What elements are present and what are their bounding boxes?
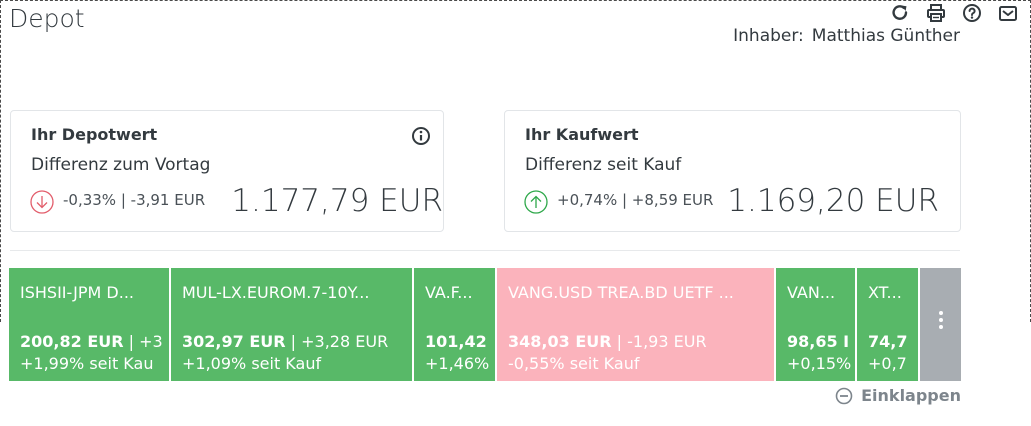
depot-value-card: Ihr Depotwert Differenz zum Vortag -0,33…	[10, 110, 444, 232]
owner-name: Matthias Günther	[811, 26, 960, 46]
holding-value-line: 302,97 EUR | +3,28 EUR	[182, 332, 388, 351]
holding-tile[interactable]: VAN... 98,65 I +0,15%	[776, 268, 857, 381]
holding-tile[interactable]: VA.F... 101,42 +1,46%	[414, 268, 497, 381]
holding-name: MUL-LX.EUROM.7-10Y...	[182, 283, 370, 302]
holding-percent: -0,55% seit Kauf	[508, 354, 640, 373]
purchase-value-card: Ihr Kaufwert Differenz seit Kauf +0,74% …	[504, 110, 961, 232]
collapse-label: Einklappen	[861, 386, 961, 405]
arrow-up-circle-icon	[524, 190, 548, 214]
holding-value-line: 348,03 EUR | -1,93 EUR	[508, 332, 707, 351]
holding-change: | +3,28 EUR	[290, 332, 389, 351]
arrow-down-circle-icon	[30, 190, 54, 214]
page-title: Depot	[9, 4, 85, 33]
holding-tile[interactable]: MUL-LX.EUROM.7-10Y... 302,97 EUR | +3,28…	[171, 268, 414, 381]
holding-tile[interactable]: ISHSII-JPM D... 200,82 EUR | +3 +1,99% s…	[9, 268, 171, 381]
mail-button[interactable]	[997, 2, 1019, 24]
purchase-value-subtitle: Differenz seit Kauf	[525, 155, 682, 175]
holding-name: VAN...	[787, 283, 836, 302]
holding-percent: +1,46%	[425, 354, 490, 373]
holding-value-line: 200,82 EUR | +3	[20, 332, 163, 351]
holding-change: | -1,93 EUR	[616, 332, 707, 351]
depot-value-subtitle: Differenz zum Vortag	[31, 155, 211, 175]
more-vertical-icon	[938, 311, 943, 329]
help-button[interactable]	[961, 2, 983, 24]
print-icon	[927, 4, 945, 22]
holding-name: XT...	[868, 283, 902, 302]
holding-name: VA.F...	[425, 283, 473, 302]
purchase-value-title: Ihr Kaufwert	[525, 125, 639, 144]
holding-value-line: 101,42	[425, 332, 487, 351]
depot-value-amount: 1.177,79 EUR	[231, 183, 443, 219]
help-icon	[963, 4, 981, 22]
refresh-icon	[892, 5, 908, 20]
holding-value-line: 74,7	[868, 332, 907, 351]
holding-value-line: 98,65 I	[787, 332, 849, 351]
mail-icon	[999, 6, 1017, 21]
purchase-value-amount: 1.169,20 EUR	[727, 183, 939, 219]
holding-change: | +3	[128, 332, 163, 351]
holding-value: 98,65 I	[787, 332, 850, 351]
holding-tile[interactable]: VANG.USD TREA.BD UETF ... 348,03 EUR | -…	[497, 268, 776, 381]
owner-label: Inhaber:	[733, 26, 804, 46]
collapse-button[interactable]: Einklappen	[835, 386, 961, 405]
toolbar	[889, 2, 1019, 24]
holding-value: 101,42	[425, 332, 487, 351]
holding-tile[interactable]: XT... 74,7 +0,7	[857, 268, 920, 381]
holding-percent: +1,99% seit Kau	[20, 354, 154, 373]
depot-value-title: Ihr Depotwert	[31, 125, 158, 144]
holding-name: ISHSII-JPM D...	[20, 283, 134, 302]
holding-percent: +1,09% seit Kauf	[182, 354, 322, 373]
holding-percent: +0,7	[868, 354, 907, 373]
holding-value: 302,97 EUR	[182, 332, 286, 351]
more-holdings-button[interactable]	[920, 268, 961, 381]
divider	[10, 250, 960, 251]
minus-circle-icon	[835, 387, 853, 404]
holding-value: 74,7	[868, 332, 908, 351]
purchase-value-change: +0,74% | +8,59 EUR	[557, 191, 714, 209]
holdings-treemap: ISHSII-JPM D... 200,82 EUR | +3 +1,99% s…	[9, 268, 961, 381]
holding-name: VANG.USD TREA.BD UETF ...	[508, 283, 734, 302]
holding-value: 200,82 EUR	[20, 332, 124, 351]
depot-value-change: -0,33% | -3,91 EUR	[63, 191, 206, 209]
refresh-button[interactable]	[889, 2, 911, 24]
holding-percent: +0,15%	[787, 354, 852, 373]
owner-info: Inhaber: Matthias Günther	[733, 26, 960, 46]
holding-value: 348,03 EUR	[508, 332, 612, 351]
print-button[interactable]	[925, 2, 947, 24]
info-icon[interactable]	[411, 126, 431, 146]
